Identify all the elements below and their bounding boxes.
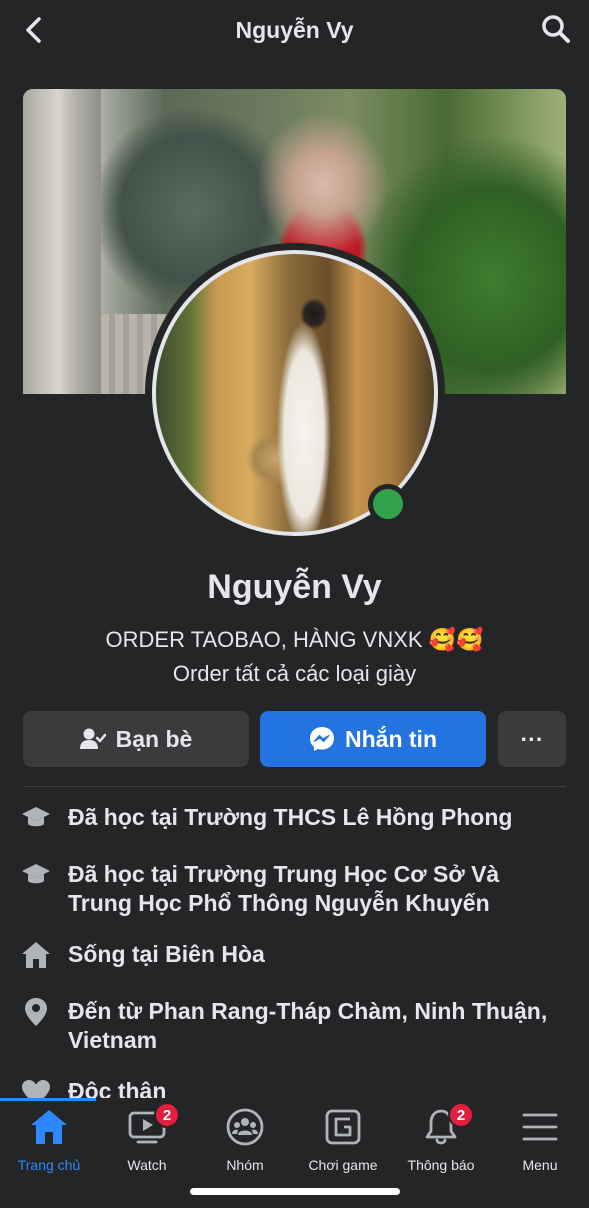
home-indicator-bar[interactable]: [190, 1188, 400, 1195]
page-title: Nguyễn Vy: [235, 16, 354, 43]
location-pin-icon: [20, 997, 52, 1027]
info-education-2-text: Đã học tại Trường Trung Học Cơ Sở Và Tru…: [68, 861, 500, 916]
bio-line-1: ORDER TAOBAO, HÀNG VNXK 🥰🥰: [105, 627, 484, 652]
home-icon: [20, 940, 52, 970]
nav-groups[interactable]: Nhóm: [196, 1106, 294, 1186]
nav-watch[interactable]: 2 Watch: [98, 1102, 196, 1186]
search-button[interactable]: [539, 12, 573, 46]
nav-menu[interactable]: Menu: [491, 1106, 589, 1186]
search-icon: [542, 15, 570, 43]
message-button[interactable]: Nhắn tin: [260, 711, 486, 767]
nav-home[interactable]: Trang chủ: [0, 1106, 98, 1186]
nav-notifications[interactable]: 2 Thông báo: [392, 1102, 490, 1186]
nav-gaming-label: Chơi game: [308, 1157, 378, 1173]
graduation-cap-icon: [20, 803, 52, 833]
back-button[interactable]: [18, 14, 50, 46]
friends-button[interactable]: Bạn bè: [23, 711, 249, 767]
watch-video-icon: 2: [126, 1102, 180, 1148]
top-bar: Nguyễn Vy: [0, 0, 589, 60]
messenger-icon: [309, 726, 335, 752]
divider: [23, 786, 566, 787]
notifications-badge: 2: [448, 1102, 474, 1128]
bio-line-2: Order tất cả các loại giày: [172, 661, 417, 686]
nav-notifications-label: Thông báo: [407, 1157, 475, 1173]
profile-name: Nguyễn Vy: [207, 568, 382, 606]
info-lives-in-text: Sống tại Biên Hòa: [68, 941, 265, 967]
info-hometown-text: Đến từ Phan Rang-Tháp Chàm, Ninh Thuận, …: [68, 998, 548, 1053]
menu-icon: [519, 1106, 561, 1148]
friend-check-icon: [79, 727, 106, 751]
groups-icon: [224, 1106, 266, 1148]
watch-badge: 2: [154, 1102, 180, 1128]
info-education-1-text: Đã học tại Trường THCS Lê Hồng Phong: [68, 804, 513, 830]
bell-icon: 2: [420, 1102, 474, 1148]
profile-bio: ORDER TAOBAO, HÀNG VNXK 🥰🥰 Order tất cả …: [0, 623, 589, 691]
gaming-icon: [322, 1106, 364, 1148]
graduation-cap-icon: [20, 860, 52, 890]
more-options-button[interactable]: ···: [498, 711, 566, 767]
nav-home-label: Trang chủ: [17, 1157, 81, 1173]
active-tab-indicator: [0, 1098, 96, 1101]
chevron-left-icon: [26, 17, 41, 43]
nav-groups-label: Nhóm: [226, 1157, 264, 1173]
nav-menu-label: Menu: [522, 1157, 558, 1173]
home-icon: [28, 1106, 70, 1148]
more-dots-icon: ···: [520, 725, 544, 752]
nav-watch-label: Watch: [127, 1157, 167, 1173]
nav-gaming[interactable]: Chơi game: [294, 1106, 392, 1186]
online-status-indicator: [368, 484, 408, 524]
cover-pillar-decoration: [23, 89, 101, 394]
friends-button-label: Bạn bè: [115, 725, 193, 752]
message-button-label: Nhắn tin: [345, 725, 437, 752]
